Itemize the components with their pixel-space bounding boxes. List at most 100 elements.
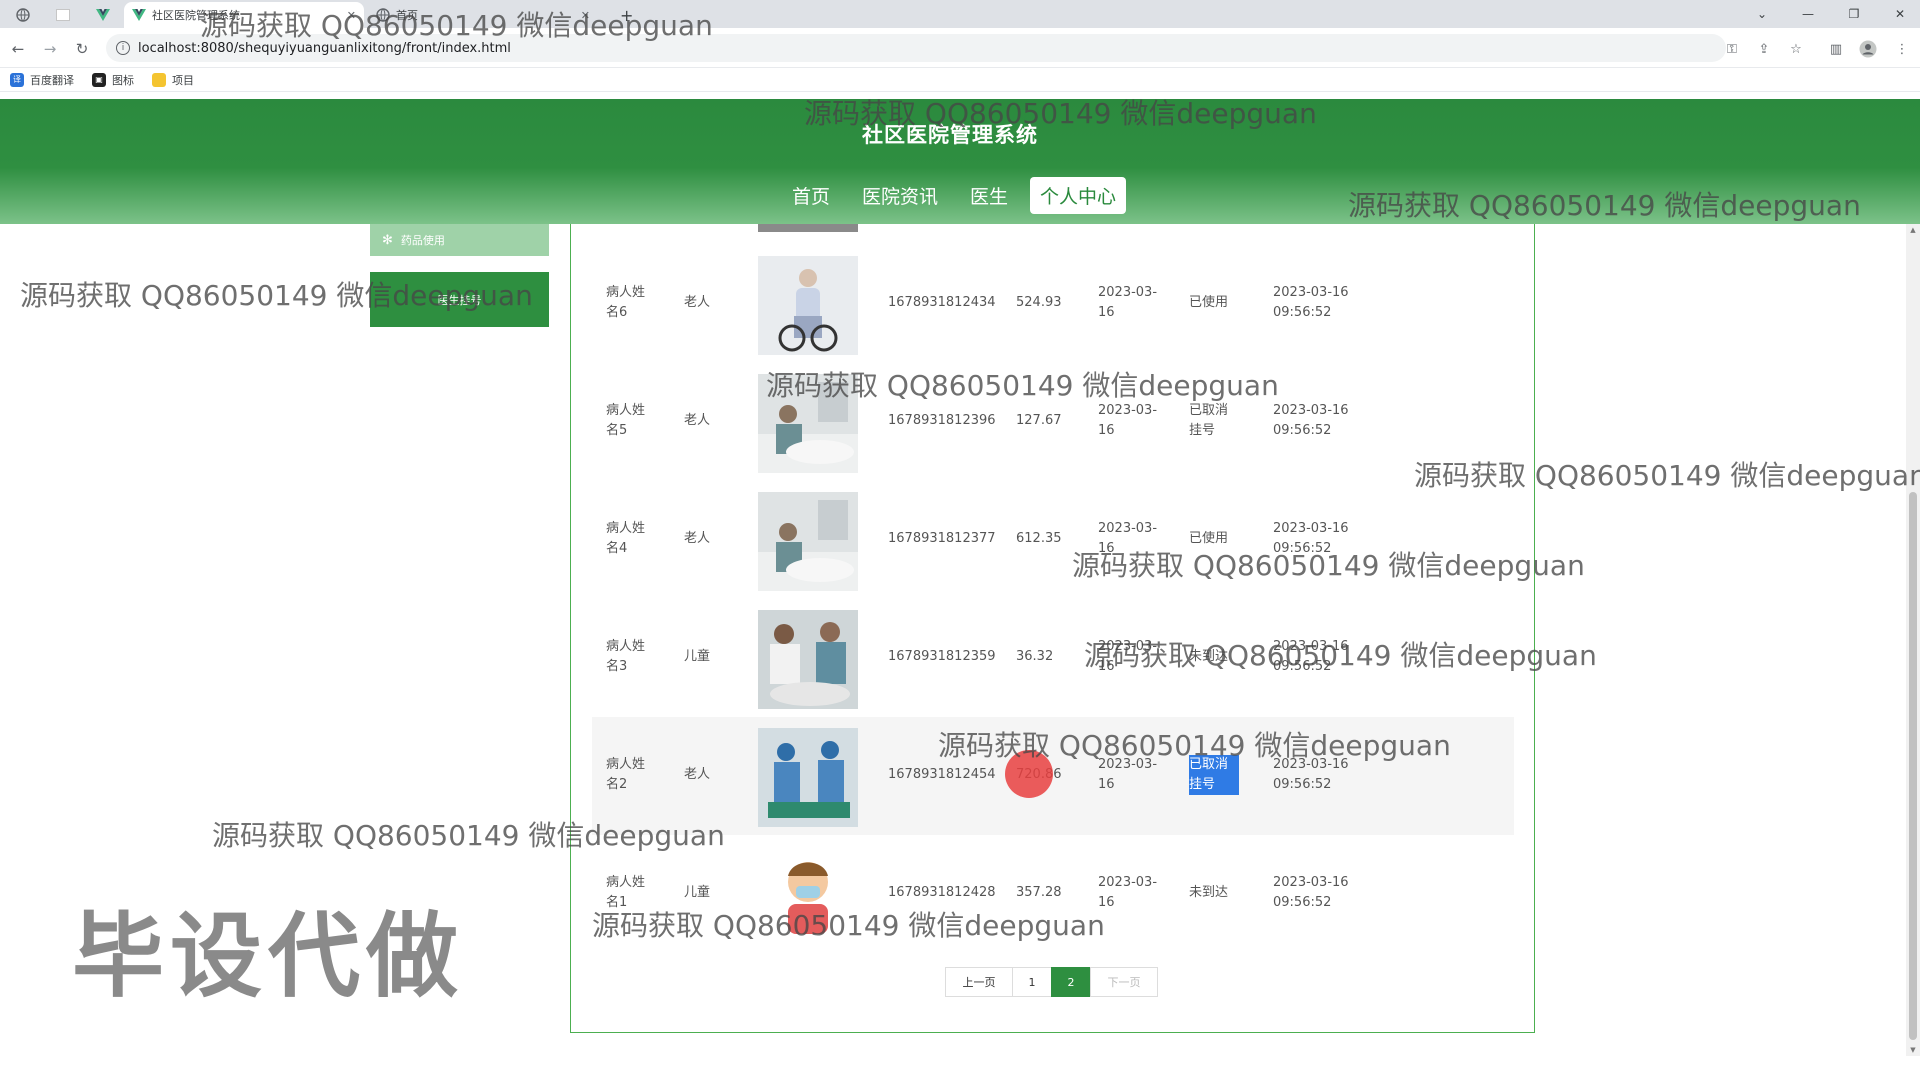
back-icon[interactable]: ←: [7, 38, 29, 60]
tab-search-icon[interactable]: ⌄: [1748, 4, 1776, 24]
sidebar-item-label: 药品使用: [400, 234, 445, 247]
patient-type: 老人: [684, 767, 711, 782]
bookmark-label: 百度翻译: [30, 73, 74, 87]
browser-tab-active[interactable]: 社区医院管理系统 ✕: [124, 2, 364, 28]
next-page-button[interactable]: 下一页: [1090, 967, 1158, 997]
fee: 357.28: [1016, 885, 1062, 900]
fee: 36.32: [1016, 649, 1054, 664]
bookmark-item[interactable]: 项目: [152, 72, 194, 88]
minimize-icon[interactable]: —: [1794, 4, 1822, 24]
patient-name: 病人姓名2: [606, 757, 646, 792]
scroll-up-icon[interactable]: ▲: [1909, 226, 1917, 234]
bookmark-star-icon[interactable]: ☆: [1786, 39, 1806, 59]
date: 2023-03-16: [1098, 403, 1158, 438]
elderly-patient-wheelchair-photo: [758, 256, 858, 355]
timestamp: 2023-03-16 09:56:52: [1273, 403, 1349, 438]
table-row[interactable]: 病人姓名1 儿童 1678931812428 357.28 2023-03-16…: [592, 835, 1514, 953]
nav-doctors[interactable]: 医生: [960, 177, 1018, 214]
date: 2023-03-16: [1098, 639, 1158, 674]
bookmark-item[interactable]: ▣ 图标: [92, 72, 134, 88]
surgery-room-photo: [758, 728, 858, 827]
scroll-down-icon[interactable]: ▼: [1909, 1046, 1917, 1054]
restore-icon[interactable]: ❐: [1840, 4, 1868, 24]
table-row[interactable]: 病人姓名5 老人 1678931812396 127.67 2023-03-16…: [592, 363, 1514, 481]
close-window-icon[interactable]: ✕: [1886, 4, 1914, 24]
site-info-icon[interactable]: i: [116, 41, 130, 55]
timestamp: 2023-03-16 09:56:52: [1273, 639, 1349, 674]
side-panel-icon[interactable]: ▥: [1826, 39, 1846, 59]
hospital-ward-photo: [758, 492, 858, 591]
bookmark-item[interactable]: 译 百度翻译: [10, 72, 74, 88]
table-row[interactable]: 病人姓名4 老人 1678931812377 612.35 2023-03-16…: [592, 481, 1514, 599]
registration-number: 1678931812434: [888, 295, 996, 310]
browser-tab[interactable]: [88, 2, 118, 28]
pagination: 上一页 1 2 下一页: [945, 967, 1158, 997]
forward-icon[interactable]: →: [39, 38, 61, 60]
patient-name: 病人姓名3: [606, 639, 646, 674]
patient-name: 病人姓名1: [606, 875, 646, 910]
page-2-button[interactable]: 2: [1051, 967, 1091, 997]
url-text: localhost:8080/shequyiyuanguanlixitong/f…: [138, 40, 511, 56]
page-1-button[interactable]: 1: [1012, 967, 1052, 997]
prev-page-button[interactable]: 上一页: [945, 967, 1013, 997]
folder-icon: [152, 72, 166, 87]
nav-news[interactable]: 医院资讯: [852, 177, 948, 214]
main-nav: 首页 医院资讯 医生 个人中心: [782, 177, 1127, 214]
registration-number: 1678931812396: [888, 413, 996, 428]
child-with-mask-illustration: [758, 846, 858, 945]
date: 2023-03-16: [1098, 521, 1158, 556]
timestamp: 2023-03-16 09:56:52: [1273, 875, 1349, 910]
registration-number: 1678931812454: [888, 767, 996, 782]
close-icon[interactable]: ✕: [347, 9, 356, 22]
reload-icon[interactable]: ↻: [71, 38, 93, 60]
doctors-treating-patient-photo: [758, 610, 858, 709]
bookmark-label: 图标: [112, 73, 134, 87]
close-icon[interactable]: ✕: [581, 9, 590, 22]
table-row[interactable]: 病人姓名3 儿童 1678931812359 36.32 2023-03-16 …: [592, 599, 1514, 717]
bookmarks-bar: 译 百度翻译 ▣ 图标 项目: [0, 68, 1920, 92]
vue-logo-icon: [96, 8, 110, 22]
tab-title: 首页: [396, 9, 418, 22]
vertical-scrollbar[interactable]: ▲ ▼: [1906, 224, 1920, 1056]
bookmark-label: 项目: [172, 73, 194, 87]
patient-name: 病人姓名4: [606, 521, 646, 556]
patient-type: 儿童: [684, 885, 711, 900]
browser-tab[interactable]: [8, 2, 38, 28]
timestamp: 2023-03-16 09:56:52: [1273, 521, 1349, 556]
date: 2023-03-16: [1098, 875, 1158, 910]
asterisk-icon: ✻: [382, 232, 393, 248]
status: 未到达: [1189, 649, 1229, 664]
status: 已取消挂号: [1189, 755, 1239, 795]
timestamp: 2023-03-16 09:56:52: [1273, 285, 1349, 320]
nav-personal-center[interactable]: 个人中心: [1030, 177, 1127, 214]
sidebar-item-doctor-registration[interactable]: 医生挂号: [370, 272, 549, 327]
key-icon[interactable]: ⚿: [1722, 39, 1742, 59]
table-row[interactable]: 病人姓名6 老人 1678931812434 524.93 2023-03-16…: [592, 245, 1514, 363]
globe-icon: [16, 8, 30, 22]
site-header: 社区医院管理系统 首页 医院资讯 医生 个人中心: [0, 99, 1920, 224]
status: 已取消挂号: [1189, 403, 1229, 438]
share-icon[interactable]: ⇪: [1754, 39, 1774, 59]
profile-icon[interactable]: [1858, 39, 1878, 59]
nav-home[interactable]: 首页: [782, 177, 840, 214]
image-icon: ▣: [92, 72, 106, 87]
fee: 524.93: [1016, 295, 1062, 310]
browser-tab[interactable]: 首页 ✕: [368, 2, 598, 28]
table-row[interactable]: 病人姓名2 老人 1678931812454 720.86 2023-03-16…: [592, 717, 1514, 835]
vue-logo-icon: [132, 8, 146, 22]
blank-tab-icon: [56, 8, 70, 22]
big-watermark: 毕设代做: [72, 903, 465, 1010]
sidebar-item-medicine-usage[interactable]: ✻ 药品使用: [370, 224, 549, 256]
browser-tab[interactable]: [48, 2, 78, 28]
url-field[interactable]: i localhost:8080/shequyiyuanguanlixitong…: [106, 34, 1726, 62]
new-tab-button[interactable]: +: [612, 2, 641, 28]
fee: 612.35: [1016, 531, 1062, 546]
site-title: 社区医院管理系统: [862, 123, 1038, 147]
timestamp: 2023-03-16 09:56:52: [1273, 757, 1349, 792]
more-menu-icon[interactable]: ⋮: [1892, 39, 1912, 59]
globe-icon: [376, 8, 390, 22]
hospital-ward-photo: [758, 374, 858, 473]
sidebar-item-label: 医生挂号: [437, 293, 482, 307]
registration-number: 1678931812428: [888, 885, 996, 900]
scrollbar-thumb[interactable]: [1909, 492, 1917, 1040]
